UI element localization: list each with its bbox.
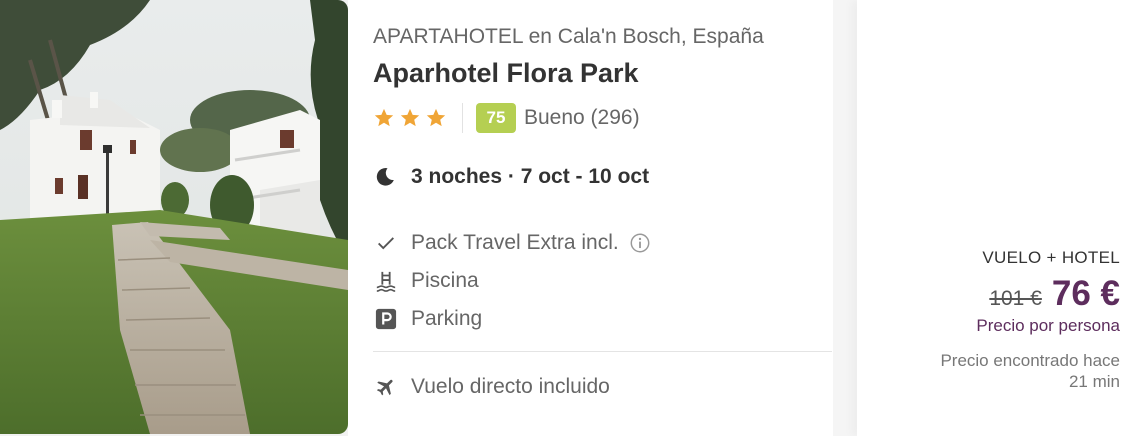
price-per-person: Precio por persona: [976, 316, 1120, 335]
card-gap: [833, 0, 857, 436]
rating-divider: [462, 103, 463, 133]
hotel-info[interactable]: APARTAHOTEL en Cala'n Bosch, España Apar…: [348, 0, 833, 436]
price-row: 101 € 76 €: [940, 274, 1120, 314]
section-divider: [373, 351, 832, 352]
feature-label: Piscina: [411, 269, 479, 292]
star-icon: [426, 108, 446, 127]
feature-list: Pack Travel Extra incl. Piscina Parking: [373, 224, 833, 338]
hotel-result-card[interactable]: APARTAHOTEL en Cala'n Bosch, España Apar…: [0, 0, 1142, 436]
star-rating: [373, 107, 447, 129]
hotel-category-location: APARTAHOTEL en Cala'n Bosch, España: [373, 25, 764, 48]
score-badge: 75: [476, 103, 516, 133]
moon-icon: [373, 164, 399, 190]
price-panel[interactable]: VUELO + HOTEL 101 € 76 € Precio por pers…: [857, 0, 1142, 436]
rating-text[interactable]: Bueno (296): [524, 106, 640, 130]
price-found-line1: Precio encontrado hace: [940, 351, 1120, 370]
star-icon: [374, 108, 394, 127]
feature-item: Parking: [373, 300, 833, 338]
flight-label: Vuelo directo incluido: [411, 375, 610, 398]
hotel-name[interactable]: Aparhotel Flora Park: [373, 56, 833, 90]
airplane-icon: [373, 374, 399, 400]
package-type: VUELO + HOTEL: [982, 248, 1120, 267]
checkmark-icon: [373, 230, 399, 256]
pool-icon: [373, 268, 399, 294]
price-found-line2: 21 min: [1068, 372, 1120, 391]
current-price[interactable]: 76 €: [1052, 274, 1120, 314]
feature-label: Parking: [411, 307, 483, 330]
price-found-time: Precio encontrado hace 21 min: [940, 350, 1120, 392]
feature-item: Pack Travel Extra incl.: [373, 224, 833, 262]
info-icon[interactable]: [629, 232, 651, 254]
nights-dates-text: 3 noches · 7 oct - 10 oct: [411, 165, 650, 188]
hotel-photo[interactable]: [0, 0, 348, 434]
parking-icon: [373, 306, 399, 332]
rating-row: 75 Bueno (296): [373, 102, 833, 134]
price-block: VUELO + HOTEL 101 € 76 € Precio por pers…: [940, 248, 1120, 392]
old-price: 101 €: [989, 287, 1042, 310]
feature-label: Pack Travel Extra incl.: [411, 231, 619, 254]
flight-info: Vuelo directo incluido: [373, 368, 833, 406]
stay-dates: 3 noches · 7 oct - 10 oct: [373, 162, 833, 192]
star-icon: [400, 108, 420, 127]
feature-item: Piscina: [373, 262, 833, 300]
hotel-photo-image: [0, 0, 348, 434]
